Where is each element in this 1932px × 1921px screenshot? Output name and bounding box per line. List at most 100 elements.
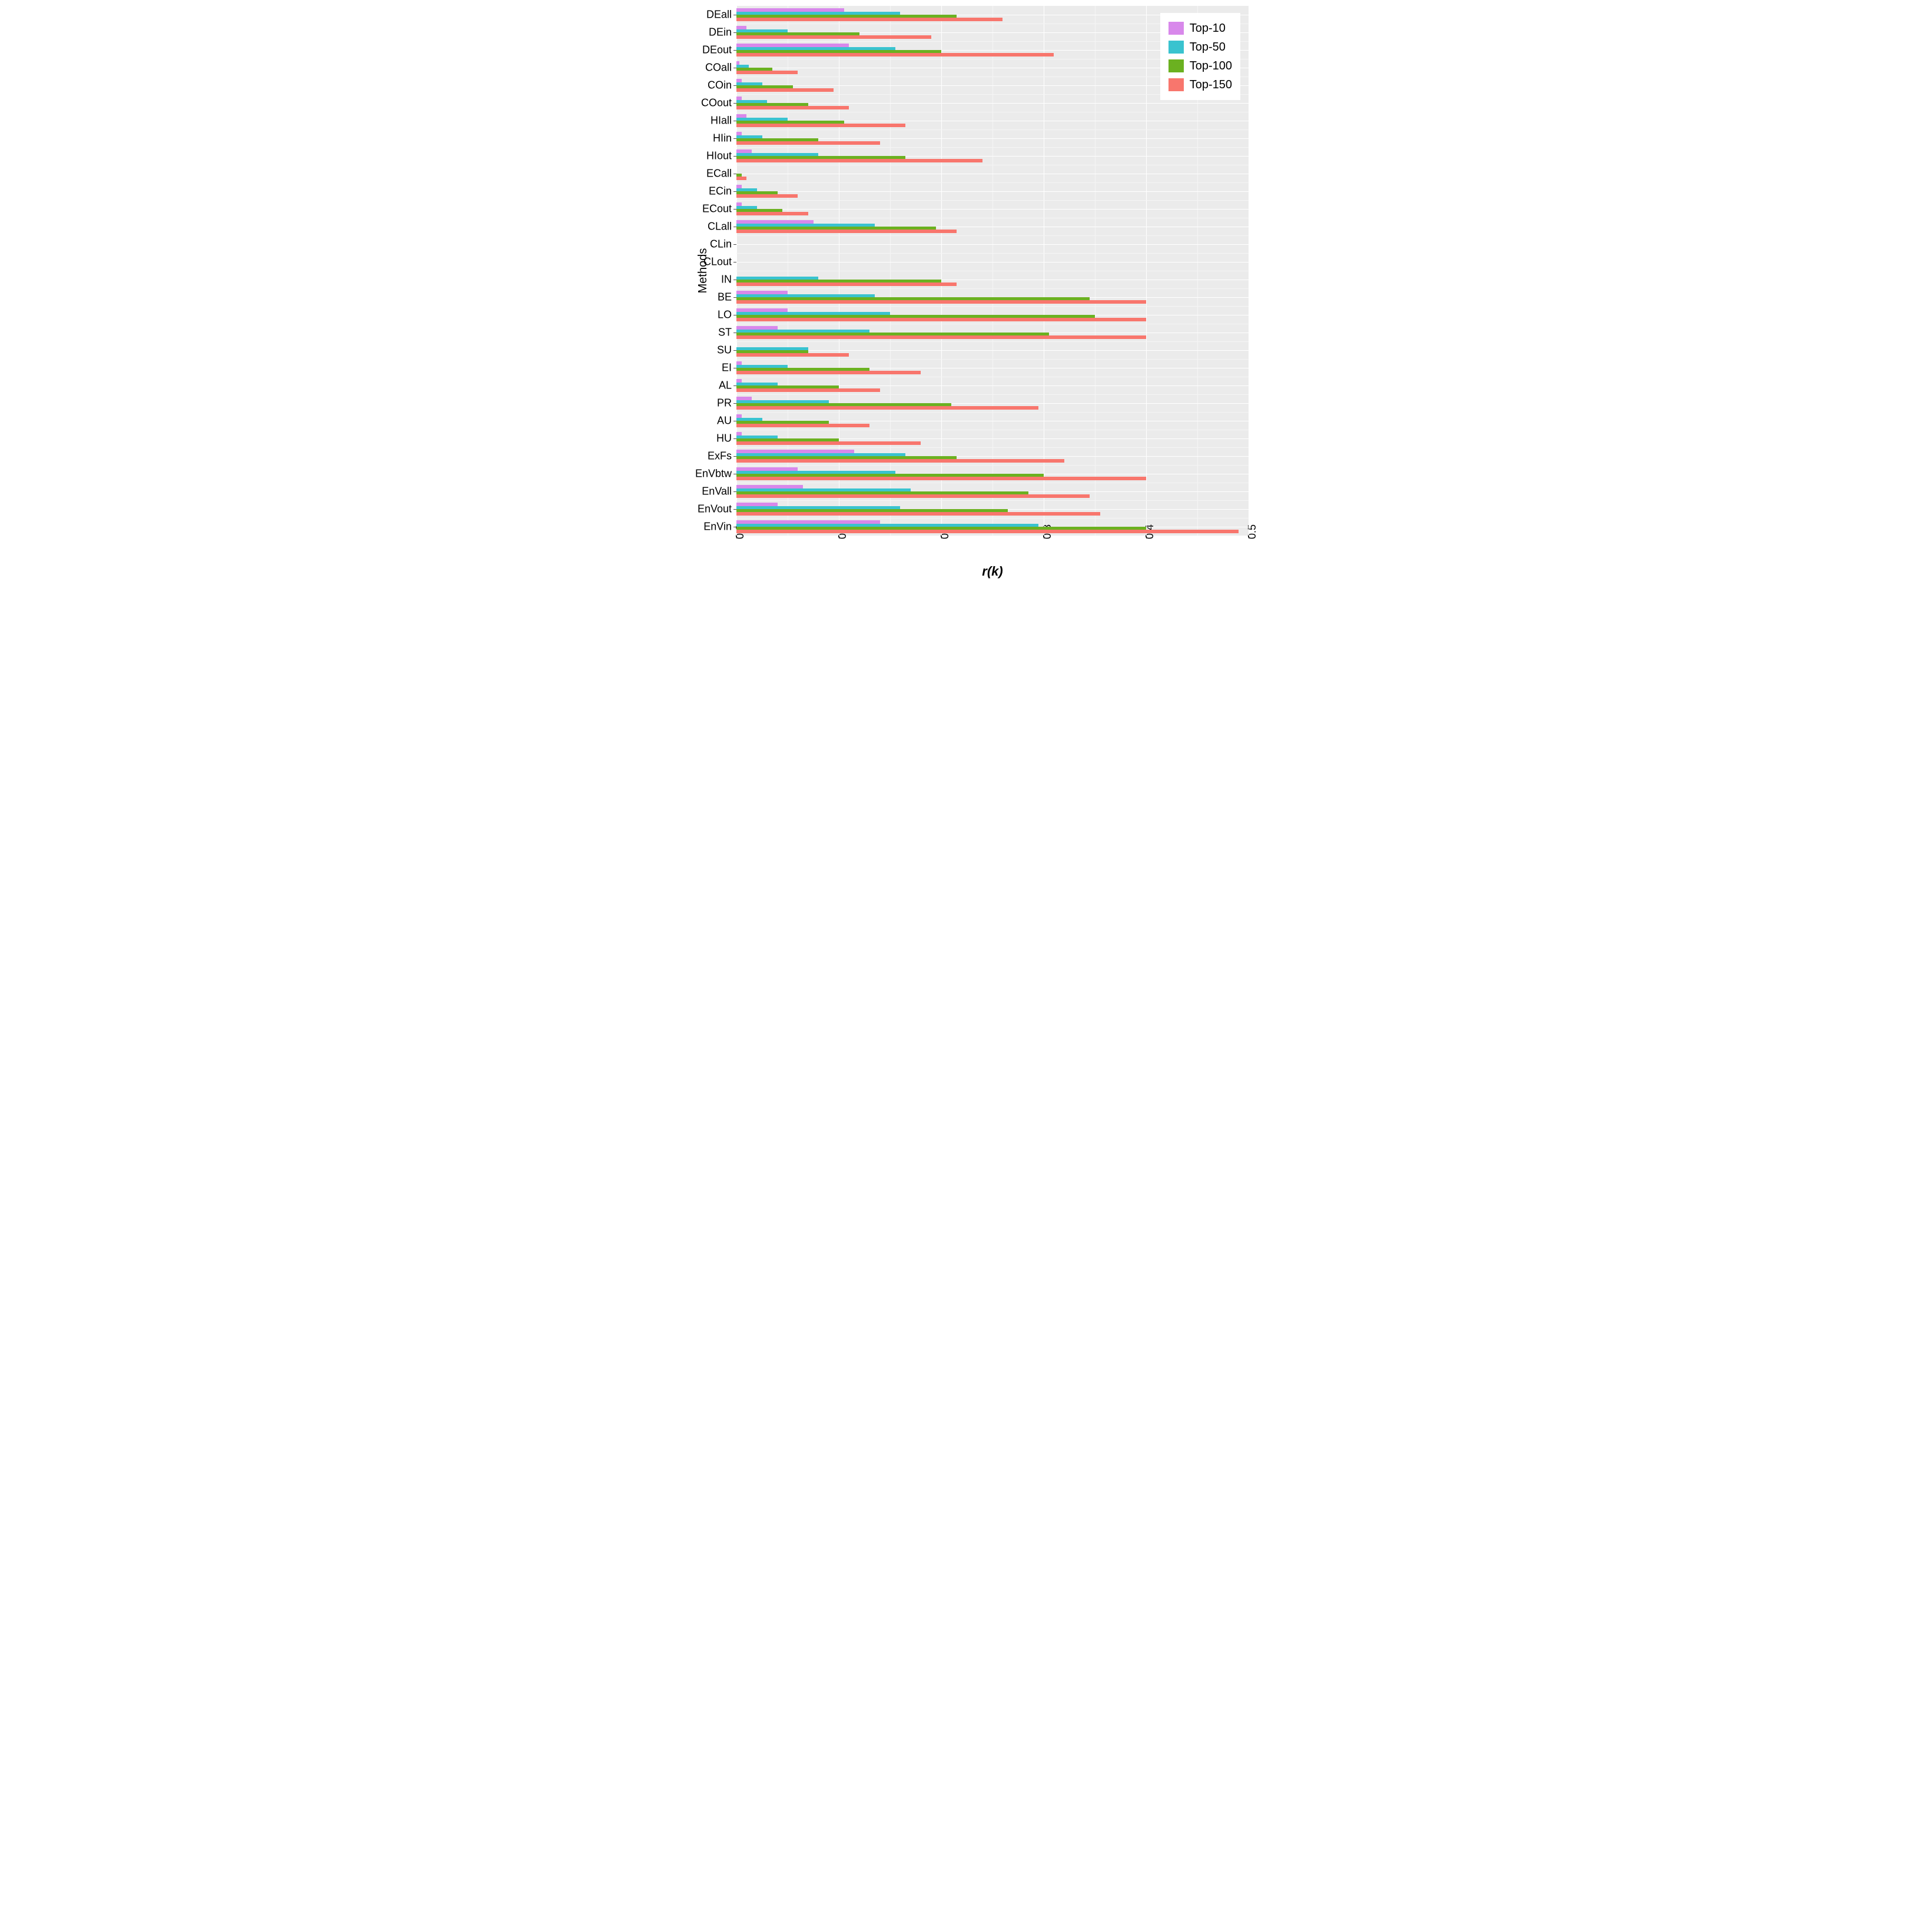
y-tick-label: HIout <box>706 149 736 162</box>
bar <box>736 530 1239 533</box>
legend-label: Top-50 <box>1190 38 1226 56</box>
legend-item-top50: Top-50 <box>1169 38 1232 56</box>
y-tick-label: CLall <box>708 221 736 233</box>
bar-group <box>736 361 1249 374</box>
bar <box>736 18 1002 21</box>
y-tick-label: ST <box>718 327 736 339</box>
legend-label: Top-150 <box>1190 75 1232 94</box>
y-tick-label: IN <box>721 274 736 286</box>
y-tick-label: HIin <box>713 132 736 145</box>
y-tick-label: EnVall <box>702 486 736 498</box>
bar <box>736 53 1054 56</box>
y-gridline-minor <box>736 394 1249 395</box>
bar <box>736 71 798 74</box>
plot-area: Top-10 Top-50 Top-100 Top-150 Methods r(… <box>736 6 1249 536</box>
bar <box>736 194 798 197</box>
bar-group <box>736 308 1249 321</box>
y-tick-label: HU <box>716 433 736 445</box>
y-tick-label: ECin <box>709 185 736 198</box>
y-gridline-minor <box>736 288 1249 289</box>
bar-group <box>736 185 1249 198</box>
bar <box>736 88 834 91</box>
bar-group <box>736 132 1249 145</box>
bar <box>736 230 957 232</box>
bar-group <box>736 432 1249 445</box>
y-tick-label: HIall <box>711 115 736 127</box>
legend: Top-10 Top-50 Top-100 Top-150 <box>1160 13 1240 100</box>
y-tick-label: LO <box>718 308 736 321</box>
y-tick-label: ECout <box>702 202 736 215</box>
bar <box>736 177 746 180</box>
bar <box>736 459 1064 462</box>
y-gridline-minor <box>736 341 1249 342</box>
y-tick-label: CLout <box>703 255 736 268</box>
chart-container: Top-10 Top-50 Top-100 Top-150 Methods r(… <box>672 6 1260 536</box>
legend-item-top10: Top-10 <box>1169 19 1232 38</box>
bar <box>736 477 1146 480</box>
bar <box>736 494 1090 497</box>
y-gridline-minor <box>736 147 1249 148</box>
y-gridline-minor <box>736 500 1249 501</box>
y-gridline-minor <box>736 518 1249 519</box>
bar-group <box>736 273 1249 286</box>
bar-group <box>736 503 1249 516</box>
y-tick-label: DEout <box>702 44 736 56</box>
y-gridline-minor <box>736 253 1249 254</box>
legend-item-top100: Top-100 <box>1169 56 1232 75</box>
bar <box>736 388 880 391</box>
y-tick-label: DEin <box>709 26 736 39</box>
legend-swatch-icon <box>1169 41 1184 54</box>
y-tick-label: DEall <box>706 9 736 21</box>
bar-group <box>736 485 1249 498</box>
bar-group <box>736 414 1249 427</box>
bar-group <box>736 379 1249 392</box>
bar-group <box>736 167 1249 180</box>
y-tick-label: PR <box>717 397 736 410</box>
bar-group <box>736 149 1249 162</box>
legend-label: Top-100 <box>1190 56 1232 75</box>
bar-group <box>736 467 1249 480</box>
legend-label: Top-10 <box>1190 19 1226 38</box>
y-tick-label: AU <box>717 414 736 427</box>
y-tick-label: EnVout <box>698 503 736 516</box>
y-gridline-minor <box>736 306 1249 307</box>
bar-group <box>736 220 1249 233</box>
bar <box>736 35 931 38</box>
bar <box>736 441 921 444</box>
legend-item-top150: Top-150 <box>1169 75 1232 94</box>
y-tick-label: CLin <box>710 238 736 251</box>
bar-group <box>736 397 1249 410</box>
bar-group <box>736 344 1249 357</box>
y-tick-label: SU <box>717 344 736 357</box>
y-tick-label: COout <box>701 97 736 109</box>
bar <box>736 406 1038 409</box>
y-tick-label: COall <box>705 62 736 74</box>
bar-group <box>736 291 1249 304</box>
bar <box>736 159 982 162</box>
y-tick-label: BE <box>718 291 736 304</box>
bar <box>736 212 808 215</box>
bar-group <box>736 202 1249 215</box>
y-tick-label: EnVbtw <box>695 467 736 480</box>
bar-group <box>736 520 1249 533</box>
bar-group <box>736 114 1249 127</box>
y-gridline-minor <box>736 182 1249 183</box>
y-gridline-minor <box>736 447 1249 448</box>
y-gridline-minor <box>736 465 1249 466</box>
bar <box>736 371 921 374</box>
x-axis-title: r(k) <box>736 564 1249 579</box>
y-tick-label: EnVin <box>703 520 736 533</box>
bar <box>736 124 905 127</box>
legend-swatch-icon <box>1169 78 1184 91</box>
bar <box>736 106 849 109</box>
y-tick-label: COin <box>708 79 736 92</box>
bar <box>736 335 1146 338</box>
bar <box>736 353 849 356</box>
y-tick-label: AL <box>719 380 736 392</box>
y-tick-label: EI <box>722 361 736 374</box>
bar <box>736 424 869 427</box>
bar-group <box>736 326 1249 339</box>
y-tick-label: ECall <box>706 168 736 180</box>
y-axis-title: Methods <box>696 248 710 294</box>
bar <box>736 300 1146 303</box>
